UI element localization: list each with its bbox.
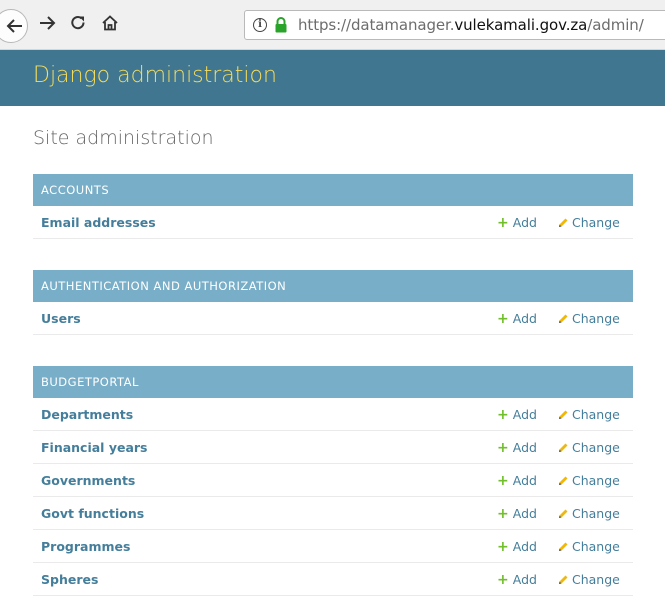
arrow-right-icon (40, 16, 56, 30)
browser-toolbar: i https://datamanager.vulekamali.gov.za/… (0, 0, 665, 50)
model-link[interactable]: Email addresses (41, 215, 156, 230)
change-link[interactable]: Change (558, 539, 620, 554)
model-link[interactable]: Spheres (41, 572, 98, 587)
module-caption[interactable]: ACCOUNTS (33, 174, 633, 206)
add-label: Add (512, 572, 537, 587)
model-link[interactable]: Financial years (41, 440, 148, 455)
module-caption[interactable]: AUTHENTICATION AND AUTHORIZATION (33, 270, 633, 302)
plus-icon: + (497, 572, 509, 588)
pencil-icon (558, 407, 572, 422)
forward-button[interactable] (32, 8, 62, 38)
module-budgetportal: BUDGETPORTAL Departments + Add Change Financi… (33, 366, 633, 596)
module-authentication-and-authorization: AUTHENTICATION AND AUTHORIZATION Users + Ad… (33, 270, 633, 335)
add-link[interactable]: + Add (497, 539, 537, 555)
change-link[interactable]: Change (558, 215, 620, 230)
add-link[interactable]: + Add (497, 215, 537, 231)
plus-icon: + (497, 539, 509, 555)
info-icon[interactable]: i (253, 18, 267, 32)
model-link[interactable]: Govt functions (41, 506, 144, 521)
model-row: Email addresses + Add Change (33, 206, 633, 239)
plus-icon: + (497, 473, 509, 489)
model-row: Users + Add Change (33, 302, 633, 335)
change-label: Change (572, 311, 620, 326)
site-header: Django administration (0, 50, 665, 106)
pencil-icon (558, 440, 572, 455)
url-domain: vulekamali.gov.za (454, 16, 588, 34)
add-link[interactable]: + Add (497, 572, 537, 588)
module-accounts: ACCOUNTS Email addresses + Add Change (33, 174, 633, 239)
add-label: Add (512, 506, 537, 521)
arrow-left-icon (6, 19, 22, 33)
change-label: Change (572, 539, 620, 554)
add-link[interactable]: + Add (497, 440, 537, 456)
change-link[interactable]: Change (558, 473, 620, 488)
add-link[interactable]: + Add (497, 311, 537, 327)
plus-icon: + (497, 506, 509, 522)
change-link[interactable]: Change (558, 572, 620, 587)
model-link[interactable]: Users (41, 311, 81, 326)
site-title[interactable]: Django administration (33, 63, 277, 88)
reload-button[interactable] (63, 8, 93, 38)
model-row: Spheres + Add Change (33, 563, 633, 596)
add-link[interactable]: + Add (497, 506, 537, 522)
pencil-icon (558, 572, 572, 587)
plus-icon: + (497, 311, 509, 327)
change-label: Change (572, 215, 620, 230)
change-label: Change (572, 473, 620, 488)
model-row: Departments + Add Change (33, 398, 633, 431)
plus-icon: + (497, 407, 509, 423)
lock-icon (275, 17, 287, 33)
model-row: Govt functions + Add Change (33, 497, 633, 530)
model-link[interactable]: Governments (41, 473, 135, 488)
pencil-icon (558, 506, 572, 521)
model-row: Governments + Add Change (33, 464, 633, 497)
home-icon (102, 15, 118, 31)
model-row: Financial years + Add Change (33, 431, 633, 464)
model-link[interactable]: Departments (41, 407, 133, 422)
change-link[interactable]: Change (558, 407, 620, 422)
reload-icon (71, 16, 85, 30)
page-title: Site administration (33, 127, 214, 149)
model-link[interactable]: Programmes (41, 539, 130, 554)
url-text: https://datamanager.vulekamali.gov.za/ad… (298, 16, 644, 34)
plus-icon: + (497, 215, 509, 231)
change-label: Change (572, 407, 620, 422)
add-link[interactable]: + Add (497, 473, 537, 489)
back-button[interactable] (0, 9, 28, 43)
plus-icon: + (497, 440, 509, 456)
change-label: Change (572, 440, 620, 455)
add-label: Add (512, 539, 537, 554)
address-bar[interactable]: i https://datamanager.vulekamali.gov.za/… (244, 10, 665, 40)
add-label: Add (512, 311, 537, 326)
add-label: Add (512, 440, 537, 455)
add-label: Add (512, 215, 537, 230)
change-link[interactable]: Change (558, 311, 620, 326)
home-button[interactable] (95, 8, 125, 38)
change-link[interactable]: Change (558, 440, 620, 455)
change-label: Change (572, 506, 620, 521)
pencil-icon (558, 311, 572, 326)
change-link[interactable]: Change (558, 506, 620, 521)
pencil-icon (558, 215, 572, 230)
url-suffix: /admin/ (587, 16, 644, 34)
module-caption[interactable]: BUDGETPORTAL (33, 366, 633, 398)
add-label: Add (512, 473, 537, 488)
url-prefix: https://datamanager. (298, 16, 455, 34)
add-label: Add (512, 407, 537, 422)
model-row: Programmes + Add Change (33, 530, 633, 563)
add-link[interactable]: + Add (497, 407, 537, 423)
pencil-icon (558, 539, 572, 554)
pencil-icon (558, 473, 572, 488)
change-label: Change (572, 572, 620, 587)
